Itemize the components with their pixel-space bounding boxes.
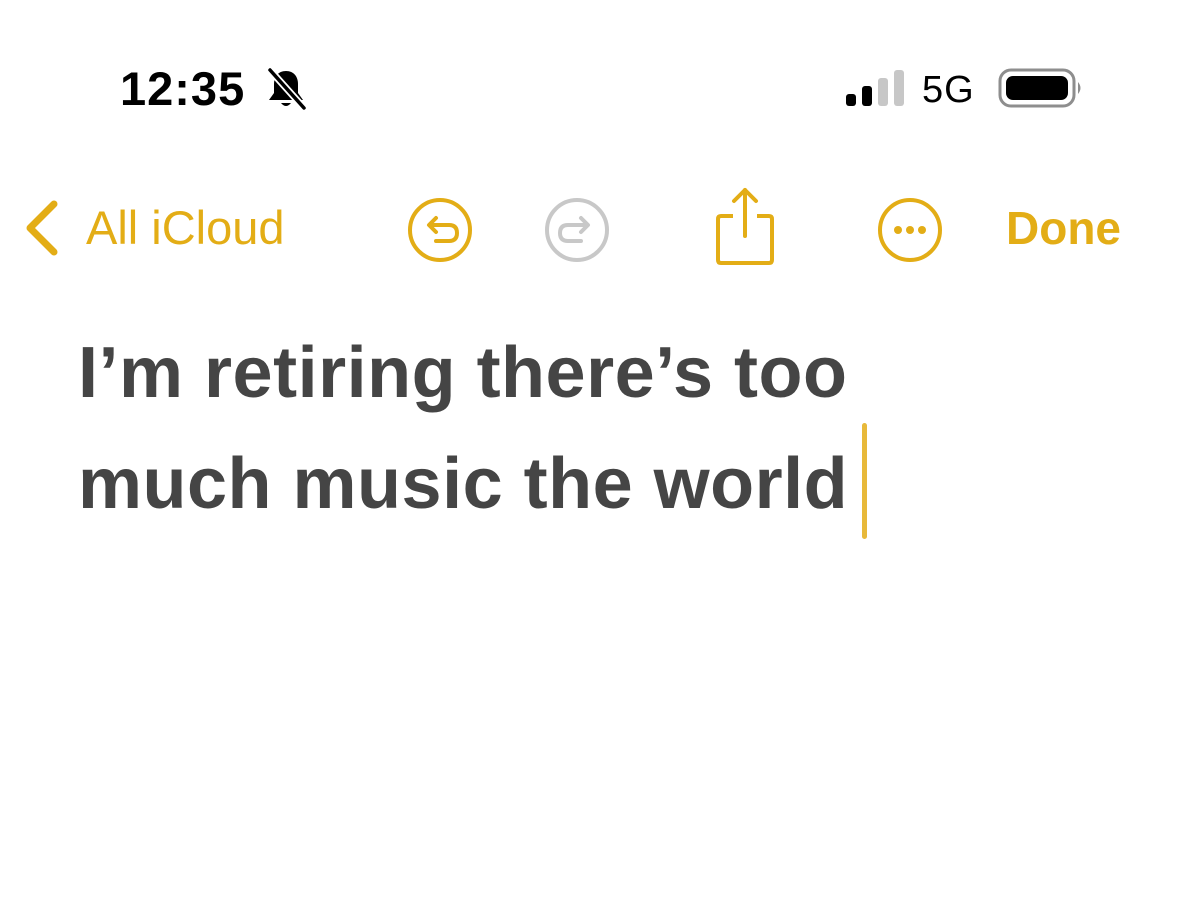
network-type: 5G	[922, 69, 975, 111]
text-cursor	[862, 422, 868, 539]
more-icon[interactable]	[876, 196, 944, 264]
share-icon[interactable]	[713, 186, 777, 266]
battery-icon	[998, 68, 1081, 108]
cellular-signal-icon	[846, 70, 904, 106]
status-bar: 12:35 5G	[0, 0, 1178, 140]
back-button[interactable]: All iCloud	[22, 196, 285, 260]
nav-bar: All iCloud Done	[0, 180, 1178, 280]
note-editor[interactable]: I’m retiring there’s too much music the w…	[78, 318, 1058, 547]
undo-icon[interactable]	[406, 196, 474, 264]
note-line-2: much music the world	[78, 444, 849, 524]
status-time: 12:35	[120, 62, 246, 115]
done-button[interactable]: Done	[1006, 200, 1121, 256]
note-line-1: I’m retiring there’s too	[78, 333, 848, 413]
redo-icon[interactable]	[543, 196, 611, 264]
bell-slash-icon	[266, 66, 308, 112]
back-button-label: All iCloud	[86, 201, 285, 254]
chevron-left-icon	[26, 200, 58, 256]
note-content[interactable]: I’m retiring there’s too much music the w…	[78, 318, 1058, 547]
